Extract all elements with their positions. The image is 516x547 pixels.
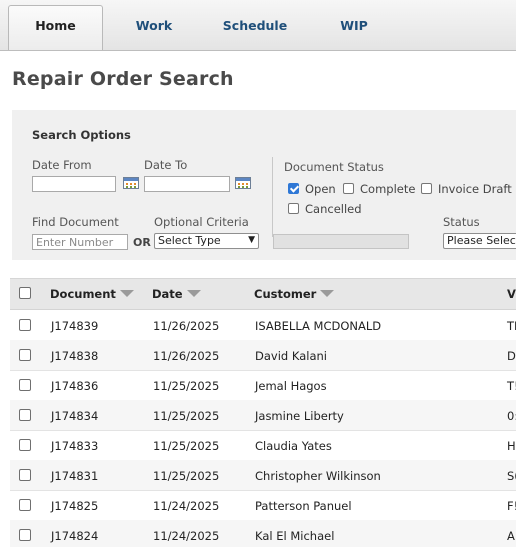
- document-date: 11/25/2025: [153, 469, 220, 483]
- document-date: 11/26/2025: [153, 349, 220, 363]
- status-open-checkbox[interactable]: [288, 183, 299, 194]
- column-date-label: Date: [152, 287, 183, 301]
- document-date: 11/25/2025: [153, 439, 220, 453]
- customer-name: Patterson Panuel: [255, 499, 352, 513]
- document-number[interactable]: J174839: [51, 319, 98, 333]
- find-document-input[interactable]: [32, 234, 128, 250]
- document-date: 11/26/2025: [153, 319, 220, 333]
- row-checkbox[interactable]: [19, 319, 31, 331]
- vehicle-cell: TI: [507, 319, 516, 333]
- sort-arrow-icon: [119, 290, 134, 297]
- date-to-input[interactable]: [144, 176, 230, 192]
- table-row[interactable]: J174834 11/25/2025 Jasmine Liberty 0:: [10, 400, 516, 431]
- vehicle-cell: 0:: [507, 409, 516, 423]
- page-title: Repair Order Search: [12, 68, 234, 90]
- vehicle-cell: H: [507, 439, 516, 453]
- vehicle-cell: S(: [507, 469, 516, 483]
- customer-name: Jemal Hagos: [255, 379, 327, 393]
- row-checkbox[interactable]: [19, 409, 31, 421]
- row-checkbox[interactable]: [19, 379, 31, 391]
- status-complete-checkbox[interactable]: [343, 183, 354, 194]
- table-row[interactable]: J174831 11/25/2025 Christopher Wilkinson…: [10, 460, 516, 491]
- row-checkbox[interactable]: [19, 439, 31, 451]
- table-row[interactable]: J174824 11/24/2025 Kal El Michael A': [10, 520, 516, 547]
- table-header: Document Date Customer V: [10, 279, 516, 310]
- customer-name: Claudia Yates: [255, 439, 332, 453]
- status-invoice-draft-label: Invoice Draft: [438, 182, 512, 196]
- document-number[interactable]: J174834: [51, 409, 98, 423]
- status-complete-label: Complete: [360, 182, 416, 196]
- date-to-calendar-icon[interactable]: [235, 177, 251, 189]
- row-checkbox[interactable]: [19, 469, 31, 481]
- optional-criteria-label: Optional Criteria: [154, 215, 249, 229]
- column-document[interactable]: Document: [50, 287, 134, 301]
- vehicle-cell: D: [507, 349, 516, 363]
- document-number[interactable]: J174824: [51, 529, 98, 543]
- sort-arrow-icon: [186, 290, 201, 297]
- vehicle-cell: T!: [507, 379, 516, 393]
- column-customer-label: Customer: [254, 287, 317, 301]
- chevron-down-icon: ▼: [248, 235, 255, 245]
- document-date: 11/24/2025: [153, 529, 220, 543]
- vehicle-cell: F!: [507, 499, 516, 513]
- table-row[interactable]: J174825 11/24/2025 Patterson Panuel F!: [10, 490, 516, 521]
- results-table: Document Date Customer V J174839 11/26/2…: [10, 278, 516, 547]
- tab-wip[interactable]: WIP: [326, 16, 382, 36]
- search-options-title: Search Options: [32, 128, 131, 142]
- column-document-label: Document: [50, 287, 116, 301]
- table-row[interactable]: J174836 11/25/2025 Jemal Hagos T!: [10, 370, 516, 401]
- customer-name: Jasmine Liberty: [255, 409, 344, 423]
- status-select[interactable]: Please Select: [443, 233, 516, 249]
- document-number[interactable]: J174833: [51, 439, 98, 453]
- customer-name: ISABELLA MCDONALD: [255, 319, 382, 333]
- find-document-label: Find Document: [32, 215, 119, 229]
- row-checkbox[interactable]: [19, 349, 31, 361]
- document-date: 11/25/2025: [153, 409, 220, 423]
- status-select-value: Please Select: [447, 234, 516, 247]
- document-number[interactable]: J174838: [51, 349, 98, 363]
- status-cancelled-label: Cancelled: [305, 202, 362, 216]
- table-row[interactable]: J174833 11/25/2025 Claudia Yates H: [10, 430, 516, 461]
- date-from-input[interactable]: [32, 176, 116, 192]
- row-checkbox[interactable]: [19, 529, 31, 541]
- sort-arrow-icon: [320, 290, 335, 297]
- or-label: OR: [133, 236, 151, 249]
- document-number[interactable]: J174836: [51, 379, 98, 393]
- date-to-label: Date To: [144, 158, 188, 172]
- document-number[interactable]: J174831: [51, 469, 98, 483]
- document-date: 11/24/2025: [153, 499, 220, 513]
- status-open-label: Open: [305, 182, 336, 196]
- customer-name: Christopher Wilkinson: [255, 469, 381, 483]
- select-all-checkbox[interactable]: [19, 287, 31, 299]
- tab-work[interactable]: Work: [120, 16, 188, 36]
- optional-criteria-select[interactable]: Select Type ▼: [154, 233, 259, 249]
- vehicle-cell: A': [507, 529, 516, 543]
- search-options-panel: Search Options Date From Date To Documen…: [12, 110, 516, 260]
- table-row[interactable]: J174839 11/26/2025 ISABELLA MCDONALD TI: [10, 310, 516, 341]
- column-date[interactable]: Date: [152, 287, 201, 301]
- panel-divider: [272, 157, 273, 237]
- status-cancelled-checkbox[interactable]: [288, 203, 299, 214]
- customer-name: Kal El Michael: [255, 529, 335, 543]
- optional-criteria-value: Select Type: [158, 234, 221, 247]
- table-row[interactable]: J174838 11/26/2025 David Kalani D: [10, 340, 516, 371]
- tab-home[interactable]: Home: [8, 5, 103, 50]
- row-checkbox[interactable]: [19, 499, 31, 511]
- document-number[interactable]: J174825: [51, 499, 98, 513]
- status-label: Status: [443, 215, 480, 229]
- column-v[interactable]: V: [507, 287, 516, 301]
- date-from-calendar-icon[interactable]: [123, 177, 139, 189]
- criteria-value-field: [273, 234, 409, 249]
- customer-name: David Kalani: [255, 349, 327, 363]
- document-date: 11/25/2025: [153, 379, 220, 393]
- column-customer[interactable]: Customer: [254, 287, 335, 301]
- document-status-label: Document Status: [284, 160, 384, 174]
- tab-schedule[interactable]: Schedule: [210, 16, 300, 36]
- date-from-label: Date From: [32, 158, 92, 172]
- top-nav-tabs: Home Work Schedule WIP: [0, 0, 516, 51]
- status-invoice-draft-checkbox[interactable]: [421, 183, 432, 194]
